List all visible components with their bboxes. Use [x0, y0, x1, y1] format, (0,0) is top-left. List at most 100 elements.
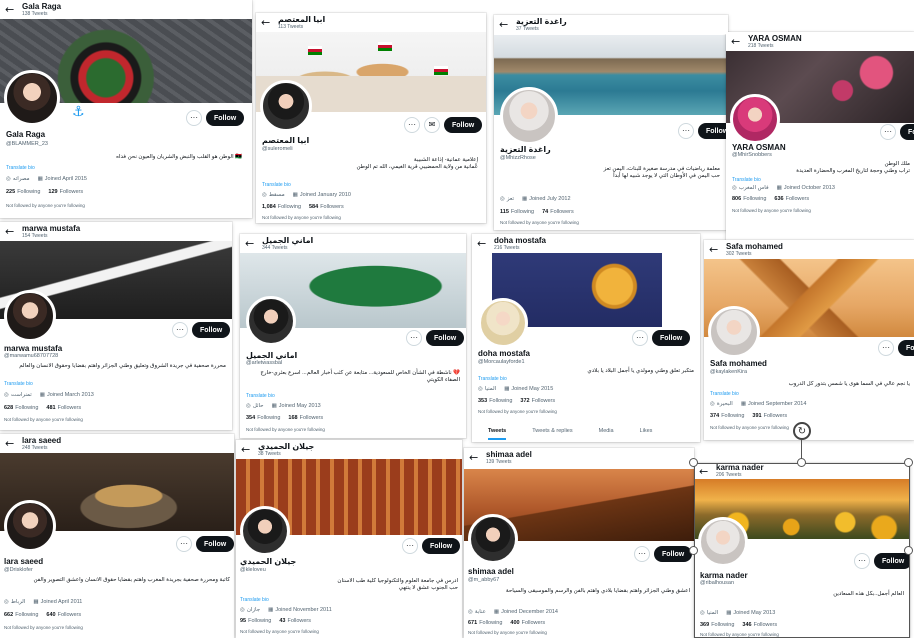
profile-avatar[interactable] — [730, 94, 780, 144]
profile-avatar[interactable] — [246, 296, 296, 346]
joined-date: Joined April 2011 — [40, 599, 83, 605]
header-name: ابيا المعتصم — [278, 14, 326, 24]
tab-media[interactable]: Media — [599, 428, 614, 440]
follow-button[interactable]: Follow — [444, 117, 483, 133]
resize-handle-top-left[interactable] — [689, 458, 698, 467]
back-arrow-icon[interactable]: ← — [5, 226, 18, 237]
back-arrow-icon[interactable]: ← — [499, 19, 512, 30]
more-options-button[interactable]: ··· — [878, 340, 894, 356]
follow-button[interactable]: Follow — [196, 536, 234, 552]
followers-count[interactable]: 584 Followers — [309, 204, 344, 211]
profile-avatar[interactable] — [4, 500, 56, 552]
followers-count[interactable]: 400 Followers — [510, 620, 545, 627]
following-count[interactable]: 353 Following — [478, 398, 512, 405]
profile-card-ragheda-altaaziya: ← راغدة التعزية 37 Tweets ··· Follow راغ… — [494, 15, 728, 230]
more-options-button[interactable]: ··· — [634, 546, 650, 562]
tab-tweets-replies[interactable]: Tweets & replies — [532, 428, 572, 440]
more-options-button[interactable]: ··· — [402, 538, 418, 554]
translate-bio-link[interactable]: Translate bio — [710, 392, 739, 397]
back-arrow-icon[interactable]: ← — [731, 36, 744, 47]
back-arrow-icon[interactable]: ← — [699, 466, 712, 477]
followers-count[interactable]: 481 Followers — [46, 405, 81, 412]
back-arrow-icon[interactable]: ← — [5, 438, 18, 449]
follow-button[interactable]: Follow — [652, 330, 691, 346]
follow-button[interactable]: Follow — [422, 538, 461, 554]
tab-likes[interactable]: Likes — [640, 428, 653, 440]
followers-count[interactable]: 640 Followers — [46, 612, 81, 619]
more-options-button[interactable]: ··· — [880, 124, 896, 140]
follow-button[interactable]: Follow — [192, 322, 231, 338]
follow-button[interactable]: Follow — [654, 546, 693, 562]
followers-count[interactable]: 372 Followers — [520, 398, 555, 405]
follow-counts: 671 Following 400 Followers — [468, 620, 545, 627]
following-count[interactable]: 374 Following — [710, 413, 744, 420]
tab-tweets[interactable]: Tweets — [488, 428, 507, 440]
back-arrow-icon[interactable]: ← — [245, 238, 258, 249]
more-options-button[interactable]: ··· — [406, 330, 422, 346]
followers-count[interactable]: 74 Followers — [542, 209, 574, 216]
translate-bio-link[interactable]: Translate bio — [4, 382, 33, 387]
followers-count[interactable]: 168 Followers — [288, 415, 323, 422]
following-count[interactable]: 115 Following — [500, 209, 534, 216]
more-options-button[interactable]: ··· — [632, 330, 648, 346]
back-arrow-icon[interactable]: ← — [5, 4, 18, 15]
back-arrow-icon[interactable]: ← — [469, 452, 482, 463]
following-count[interactable]: 662 Following — [4, 612, 38, 619]
more-options-button[interactable]: ··· — [186, 110, 202, 126]
followers-count[interactable]: 43 Followers — [279, 618, 311, 625]
back-arrow-icon[interactable]: ← — [261, 17, 274, 28]
follow-button[interactable]: Follow — [898, 340, 914, 356]
following-count[interactable]: 628 Following — [4, 405, 38, 412]
translate-bio-link[interactable]: Translate bio — [6, 166, 35, 171]
translate-bio-link[interactable]: Translate bio — [478, 377, 507, 382]
profile-avatar[interactable] — [4, 70, 60, 126]
profile-avatar[interactable] — [500, 87, 558, 145]
follow-button[interactable]: Follow — [900, 124, 914, 140]
message-icon[interactable]: ✉ — [424, 117, 440, 133]
header-tweet-count: 37 Tweets — [516, 25, 539, 32]
follow-button[interactable]: Follow — [426, 330, 465, 346]
profile-avatar[interactable] — [240, 506, 290, 556]
profile-avatar[interactable] — [468, 514, 518, 564]
resize-handle-left[interactable] — [689, 546, 698, 555]
followers-count[interactable]: 346 Followers — [742, 622, 777, 629]
following-count[interactable]: 671 Following — [468, 620, 502, 627]
profile-card-jilan-alhamidi: ← جيلان الحميدي 38 Tweets ··· Follow جيل… — [236, 440, 462, 638]
more-options-button[interactable]: ··· — [404, 117, 420, 133]
translate-bio-link[interactable]: Translate bio — [246, 394, 275, 399]
follow-button[interactable]: Follow — [698, 123, 728, 139]
profile-avatar[interactable] — [4, 290, 56, 342]
not-followed-note: Not followed by anyone you're following — [240, 629, 319, 634]
followers-count[interactable]: 636 Followers — [774, 196, 809, 203]
more-options-button[interactable]: ··· — [678, 123, 694, 139]
back-arrow-icon[interactable]: ← — [477, 238, 490, 249]
resize-handle-top-right[interactable] — [904, 458, 913, 467]
translate-bio-link[interactable]: Translate bio — [240, 598, 269, 603]
more-options-button[interactable]: ··· — [172, 322, 188, 338]
profile-avatar[interactable] — [478, 298, 528, 348]
followers-count[interactable]: 391 Followers — [752, 413, 787, 420]
translate-bio-link[interactable]: Translate bio — [262, 183, 291, 188]
more-options-button[interactable]: ··· — [176, 536, 192, 552]
back-arrow-icon[interactable]: ← — [241, 444, 254, 455]
following-count[interactable]: 95 Following — [240, 618, 271, 625]
translate-bio-link[interactable]: Translate bio — [732, 178, 761, 183]
followers-count[interactable]: 129 Followers — [48, 189, 83, 196]
more-options-button[interactable]: ··· — [854, 553, 870, 569]
profile-avatar[interactable] — [698, 517, 748, 567]
rotate-handle-icon[interactable]: ↻ — [793, 422, 811, 440]
resize-handle-right[interactable] — [904, 546, 913, 555]
following-count[interactable]: 354 Following — [246, 415, 280, 422]
following-count[interactable]: 806 Following — [732, 196, 766, 203]
following-count[interactable]: 1,084 Following — [262, 204, 301, 211]
following-count[interactable]: 225 Following — [6, 189, 40, 196]
follow-button[interactable]: Follow — [874, 553, 910, 569]
profile-card-karma-nader[interactable]: ← karma nader 206 Tweets ··· Follow karm… — [694, 463, 910, 638]
follow-button[interactable]: Follow — [206, 110, 245, 126]
profile-avatar[interactable] — [708, 306, 760, 358]
resize-handle-top[interactable] — [797, 458, 806, 467]
profile-avatar[interactable] — [260, 80, 312, 132]
profile-handle: @arletwassbal — [246, 360, 283, 366]
following-count[interactable]: 369 Following — [700, 622, 734, 629]
back-arrow-icon[interactable]: ← — [709, 244, 722, 255]
